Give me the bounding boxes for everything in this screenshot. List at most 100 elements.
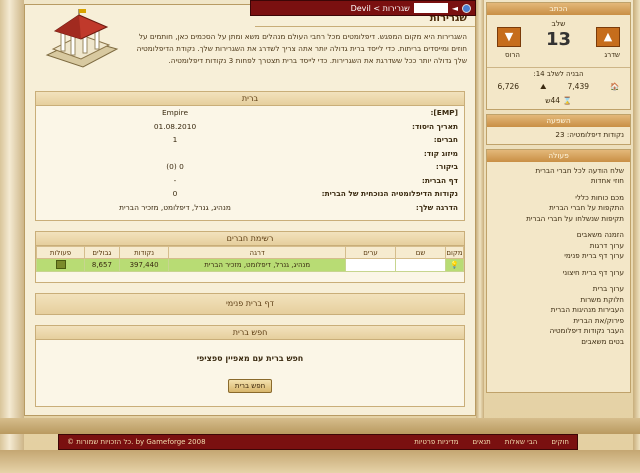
members-box: רשימת חברים מקום שם ערים דרגה נקודות גבו… xyxy=(35,231,465,283)
nav-arrow-icon[interactable]: ◄ xyxy=(452,4,458,13)
downgrade-arrow-icon[interactable]: ▼ xyxy=(497,27,521,47)
copyright: © כל הזכויות שמורות. by Gameforge 2008 xyxy=(67,438,206,446)
influence-section: השפעה נקודות דיפלומטיה: 23 xyxy=(486,114,631,145)
stone-icon: ⛰ xyxy=(540,82,547,91)
floor-decoration-lower xyxy=(0,450,640,473)
col-name[interactable]: שם xyxy=(395,246,446,259)
alliance-row: הדרגה שלך: מנהיג, גנרל, דיפלומט, מזכיר הב… xyxy=(36,201,464,215)
search-alliance-button[interactable]: חפש ברית xyxy=(227,379,273,393)
members-table: מקום שם ערים דרגה נקודות גבולים פעולות 💡… xyxy=(36,246,464,272)
resource-1-value: 7,439 xyxy=(567,82,590,91)
members-header-row: מקום שם ערים דרגה נקודות גבולים פעולות xyxy=(36,246,464,259)
action-invite[interactable]: הזמנה משאבים xyxy=(487,230,630,241)
intro-text: השגרירות היא מקום המפגש. דיפלומטים מכל ר… xyxy=(136,32,467,65)
upgrade-label[interactable]: שדרג xyxy=(604,51,620,59)
member-status-icon: 💡 xyxy=(445,258,464,272)
internal-page-box[interactable]: דף ברית פנימי xyxy=(35,293,465,315)
row-value: 1 xyxy=(172,135,178,145)
resource-2-value: 6,726 xyxy=(497,82,520,91)
alliance-row: ביקור: 0 (0) xyxy=(36,160,464,174)
actions-section: פעולה שלח הודעה לכל חברי הברית חוזי אחדו… xyxy=(486,148,631,393)
row-label: חברים: xyxy=(433,135,458,145)
footer-link-privacy[interactable]: מדיניות פרטיות xyxy=(414,438,458,446)
member-borders: 8,657 xyxy=(84,258,120,272)
row-label: דף הברית: xyxy=(421,175,458,185)
col-cities[interactable]: ערים xyxy=(345,246,396,259)
member-name[interactable] xyxy=(395,258,446,272)
action-edit-alliance[interactable]: ערוך ברית xyxy=(487,284,630,295)
action-transfer-leadership[interactable]: העבירות מנהיגות הברית xyxy=(487,305,630,316)
row-label: [EMP]: xyxy=(430,108,458,118)
col-place[interactable]: מקום xyxy=(445,246,464,259)
col-actions: פעולות xyxy=(36,246,85,259)
main-panel: שגרירות השגרירות היא מקום המפגש. דיפלומט… xyxy=(24,4,476,416)
action-general-forces[interactable]: מכם כוחות כללי xyxy=(487,193,630,204)
action-edit-ranks[interactable]: ערוך דרגות xyxy=(487,241,630,252)
action-transfer-diplomacy[interactable]: העבר נקודות דיפלומטיה xyxy=(487,326,630,337)
alliance-info-box: ברית [EMP]: Empire תאריך היסוד: 01.08.2010… xyxy=(35,91,465,221)
top-navbar: ◄ שגרירות > Devil xyxy=(250,0,476,16)
row-value: מנהיג, גנרל, דיפלומט, מזכיר הברית xyxy=(119,202,231,212)
right-column-decoration xyxy=(633,0,640,473)
tier-box: ▲ שדרג שלב 13 ▼ הרוס xyxy=(487,15,630,67)
row-label: נקודות הדיפלומטיה הנוכחית של הברית: xyxy=(321,189,458,199)
left-column-decoration xyxy=(0,0,24,473)
build-time: 44ש xyxy=(545,96,561,105)
alliance-info-header: ברית xyxy=(36,92,464,106)
member-actions xyxy=(36,258,85,272)
row-value: 01.08.2010 xyxy=(153,121,197,131)
footer-link-terms[interactable]: תנאים xyxy=(472,438,490,446)
right-sidebar: הכתב ▲ שדרג שלב 13 ▼ הרוס הבניה לשלב 14:… xyxy=(484,0,633,420)
col-points[interactable]: נקודות xyxy=(118,246,170,259)
members-header: רשימת חברים xyxy=(36,232,464,246)
internal-page-header[interactable]: דף ברית פנימי xyxy=(36,294,464,314)
action-edit-internal-page[interactable]: ערוך דף ברית פנימי xyxy=(487,251,630,262)
alliance-info-rows: [EMP]: Empire תאריך היסוד: 01.08.2010 חברי… xyxy=(36,106,464,214)
resources-row: 🏠 7,439 ⛰ 6,726 xyxy=(487,80,630,94)
action-edit-external-page[interactable]: ערוך דף ברית חיצוני xyxy=(487,268,630,279)
footer-link-faq[interactable]: הבי שאלות xyxy=(505,438,538,446)
search-box: חפש ברית חפש ברית עם מאפיין ספציפי חפש ב… xyxy=(35,325,465,407)
alliance-row: תאריך היסוד: 01.08.2010 xyxy=(36,120,464,134)
footer-link-rules[interactable]: חוקים xyxy=(551,438,569,446)
row-label: הדרגה שלך: xyxy=(415,202,458,212)
table-row: 💡 מנהיג, גנרל, דיפלומט, מזכיר הברית 397,… xyxy=(36,258,464,272)
city-select-input[interactable] xyxy=(413,3,448,13)
member-rank: מנהיג, גנרל, דיפלומט, מזכיר הברית xyxy=(168,258,346,272)
alliance-row: דף הברית: - xyxy=(36,174,464,188)
search-button-wrap: חפש ברית xyxy=(36,379,464,393)
actions-list: שלח הודעה לכל חברי הברית חוזי אחדות מכם … xyxy=(487,162,630,348)
row-value: 0 (0) xyxy=(166,162,184,172)
action-dissolve[interactable]: פירוק/את הברית xyxy=(487,316,630,327)
action-unity-contracts[interactable]: חוזי אחדות xyxy=(487,176,630,187)
city-section-header: הכתב xyxy=(487,3,630,15)
floor-decoration xyxy=(0,418,640,434)
globe-icon[interactable] xyxy=(462,3,471,13)
action-attacks-on-members[interactable]: התקפות על חברי הברית xyxy=(487,203,630,214)
downgrade-label[interactable]: הרוס xyxy=(505,51,520,59)
action-send-message[interactable]: שלח הודעה לכל חברי הברית xyxy=(487,166,630,177)
middle-column-decoration xyxy=(476,0,484,473)
member-cities xyxy=(345,258,396,272)
action-positions[interactable]: חלוקת משרות xyxy=(487,295,630,306)
breadcrumb[interactable]: שגרירות > Devil xyxy=(255,4,410,13)
alliance-row: [EMP]: Empire xyxy=(36,106,464,120)
col-borders[interactable]: גבולים xyxy=(84,246,120,259)
row-value: 0 xyxy=(172,189,178,199)
diplomacy-points: נקודות דיפלומטיה: 23 xyxy=(555,130,624,139)
embassy-building-icon xyxy=(45,9,119,68)
action-attacks-sent[interactable]: תקיפות שנשלחו על חברי הברית xyxy=(487,214,630,225)
action-resources[interactable]: בטים משאבים xyxy=(487,337,630,348)
alliance-row: מיזוג קוד: xyxy=(36,147,464,161)
col-rank[interactable]: דרגה xyxy=(168,246,346,259)
hourglass-icon: ⌛ xyxy=(562,96,572,105)
member-points: 397,440 xyxy=(118,258,170,272)
footer-bar: © כל הזכויות שמורות. by Gameforge 2008 ח… xyxy=(58,434,578,450)
alliance-row: חברים: 1 xyxy=(36,133,464,147)
actions-header: פעולה xyxy=(487,149,630,162)
next-tier-label: הבניה לשלב 14: xyxy=(487,67,630,80)
message-icon[interactable] xyxy=(55,259,66,269)
footer-links: חוקים הבי שאלות תנאים מדיניות פרטיות xyxy=(414,438,569,446)
search-header: חפש ברית xyxy=(36,326,464,340)
city-section: הכתב ▲ שדרג שלב 13 ▼ הרוס הבניה לשלב 14:… xyxy=(486,2,631,110)
